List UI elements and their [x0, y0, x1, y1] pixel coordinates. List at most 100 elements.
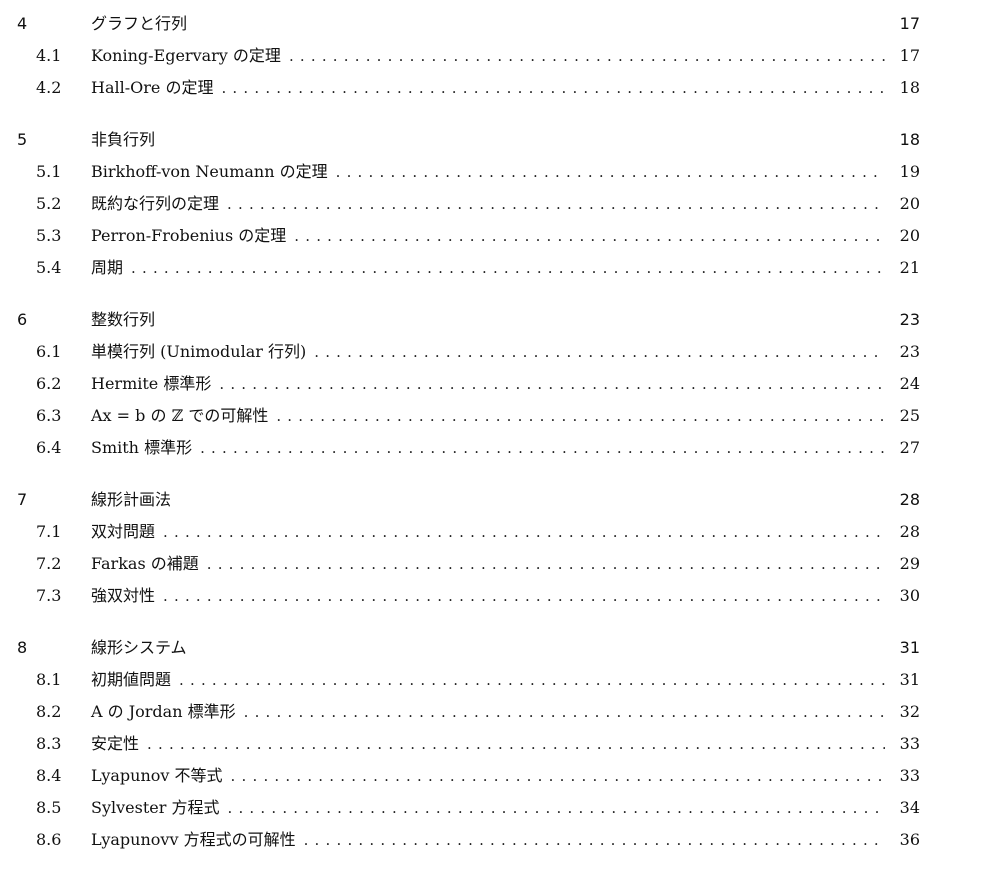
toc-section-8-2[interactable]: 8.2 A の Jordan 標準形 .....................… [0, 696, 983, 728]
chapter-title: グラフと行列 [91, 14, 188, 33]
chapter-page-number: 18 [899, 130, 920, 149]
chapter-number: 5 [17, 130, 28, 149]
section-number: 8.6 [36, 830, 62, 849]
toc-chapter-8[interactable]: 8 線形システム 31 [0, 632, 983, 664]
toc-section-6-1[interactable]: 6.1 単模行列 (Unimodular 行列) ...............… [0, 336, 983, 368]
toc-section-6-2[interactable]: 6.2 Hermite 標準形 ........................… [0, 368, 983, 400]
section-number: 6.2 [36, 374, 62, 393]
section-page-number: 20 [899, 194, 920, 213]
section-page-number: 19 [899, 162, 920, 181]
dot-leader: ........................................… [243, 703, 885, 721]
toc-section-8-1[interactable]: 8.1 初期値問題 ..............................… [0, 664, 983, 696]
section-number: 7.2 [36, 554, 62, 573]
section-page-number: 30 [899, 586, 920, 605]
dot-leader: ........................................… [276, 407, 885, 425]
section-number: 4.1 [36, 46, 62, 65]
section-title: Ax = b の ℤ での可解性 [91, 406, 269, 425]
section-page-number: 28 [899, 522, 920, 541]
section-title: 強双対性 [91, 586, 156, 605]
table-of-contents: 4 グラフと行列 17 4.1 Koning-Egervary の定理 ....… [0, 8, 983, 856]
dot-leader: ........................................… [206, 555, 885, 573]
section-page-number: 24 [899, 374, 920, 393]
toc-chapter-5[interactable]: 5 非負行列 18 [0, 124, 983, 156]
toc-section-6-3[interactable]: 6.3 Ax = b の ℤ での可解性 ...................… [0, 400, 983, 432]
dot-leader: ........................................… [314, 343, 885, 361]
toc-chapter-7[interactable]: 7 線形計画法 28 [0, 484, 983, 516]
dot-leader: ........................................… [294, 227, 885, 245]
section-number: 8.4 [36, 766, 62, 785]
dot-leader: ........................................… [227, 799, 885, 817]
section-page-number: 29 [899, 554, 920, 573]
chapter-number: 7 [17, 490, 28, 509]
chapter-number: 6 [17, 310, 28, 329]
section-number: 8.2 [36, 702, 62, 721]
dot-leader: ........................................… [163, 523, 885, 541]
dot-leader: ........................................… [219, 375, 885, 393]
section-page-number: 18 [899, 78, 920, 97]
section-title: Koning-Egervary の定理 [91, 46, 281, 65]
section-title: Farkas の補題 [91, 554, 199, 573]
toc-section-8-6[interactable]: 8.6 Lyapunovv 方程式の可解性 ..................… [0, 824, 983, 856]
dot-leader: ........................................… [303, 831, 885, 849]
toc-section-8-4[interactable]: 8.4 Lyapunov 不等式 .......................… [0, 760, 983, 792]
section-number: 8.1 [36, 670, 62, 689]
dot-leader: ........................................… [230, 767, 885, 785]
dot-leader: ........................................… [227, 195, 885, 213]
section-title: Lyapunovv 方程式の可解性 [91, 830, 296, 849]
toc-section-5-2[interactable]: 5.2 既約な行列の定理 ...........................… [0, 188, 983, 220]
section-title: Perron-Frobenius の定理 [91, 226, 287, 245]
section-title: 双対問題 [91, 522, 156, 541]
section-title: Hermite 標準形 [91, 374, 212, 393]
section-page-number: 23 [899, 342, 920, 361]
toc-section-5-3[interactable]: 5.3 Perron-Frobenius の定理 ...............… [0, 220, 983, 252]
chapter-page-number: 28 [899, 490, 920, 509]
toc-section-6-4[interactable]: 6.4 Smith 標準形 ..........................… [0, 432, 983, 464]
chapter-title: 線形システム [91, 638, 187, 657]
section-page-number: 33 [899, 734, 920, 753]
section-page-number: 33 [899, 766, 920, 785]
section-number: 6.4 [36, 438, 62, 457]
dot-leader: ........................................… [147, 735, 885, 753]
toc-section-8-5[interactable]: 8.5 Sylvester 方程式 ......................… [0, 792, 983, 824]
section-page-number: 21 [899, 258, 920, 277]
section-number: 6.3 [36, 406, 62, 425]
section-number: 6.1 [36, 342, 62, 361]
section-title: 初期値問題 [91, 670, 172, 689]
section-page-number: 20 [899, 226, 920, 245]
section-page-number: 17 [899, 46, 920, 65]
section-number: 5.2 [36, 194, 62, 213]
dot-leader: ........................................… [179, 671, 885, 689]
toc-chapter-6[interactable]: 6 整数行列 23 [0, 304, 983, 336]
toc-section-4-1[interactable]: 4.1 Koning-Egervary の定理 ................… [0, 40, 983, 72]
toc-section-4-2[interactable]: 4.2 Hall-Ore の定理 .......................… [0, 72, 983, 104]
section-title: 安定性 [91, 734, 140, 753]
section-number: 8.3 [36, 734, 62, 753]
dot-leader: ........................................… [163, 587, 885, 605]
chapter-number: 8 [17, 638, 28, 657]
section-title: Hall-Ore の定理 [91, 78, 214, 97]
chapter-number: 4 [17, 14, 28, 33]
section-number: 5.1 [36, 162, 62, 181]
section-number: 7.1 [36, 522, 62, 541]
toc-section-7-2[interactable]: 7.2 Farkas の補題 .........................… [0, 548, 983, 580]
section-page-number: 32 [899, 702, 920, 721]
section-title: Sylvester 方程式 [91, 798, 220, 817]
dot-leader: ........................................… [131, 259, 885, 277]
toc-chapter-4[interactable]: 4 グラフと行列 17 [0, 8, 983, 40]
chapter-page-number: 17 [899, 14, 920, 33]
section-page-number: 27 [899, 438, 920, 457]
chapter-page-number: 31 [899, 638, 920, 657]
section-number: 7.3 [36, 586, 62, 605]
section-number: 8.5 [36, 798, 62, 817]
section-number: 5.4 [36, 258, 62, 277]
toc-section-8-3[interactable]: 8.3 安定性 ................................… [0, 728, 983, 760]
dot-leader: ........................................… [335, 163, 885, 181]
section-page-number: 36 [899, 830, 920, 849]
chapter-title: 非負行列 [91, 130, 156, 149]
toc-section-7-1[interactable]: 7.1 双対問題 ...............................… [0, 516, 983, 548]
toc-section-5-1[interactable]: 5.1 Birkhoff-von Neumann の定理 ...........… [0, 156, 983, 188]
toc-section-7-3[interactable]: 7.3 強双対性 ...............................… [0, 580, 983, 612]
dot-leader: ........................................… [288, 47, 885, 65]
dot-leader: ........................................… [221, 79, 885, 97]
toc-section-5-4[interactable]: 5.4 周期 .................................… [0, 252, 983, 284]
